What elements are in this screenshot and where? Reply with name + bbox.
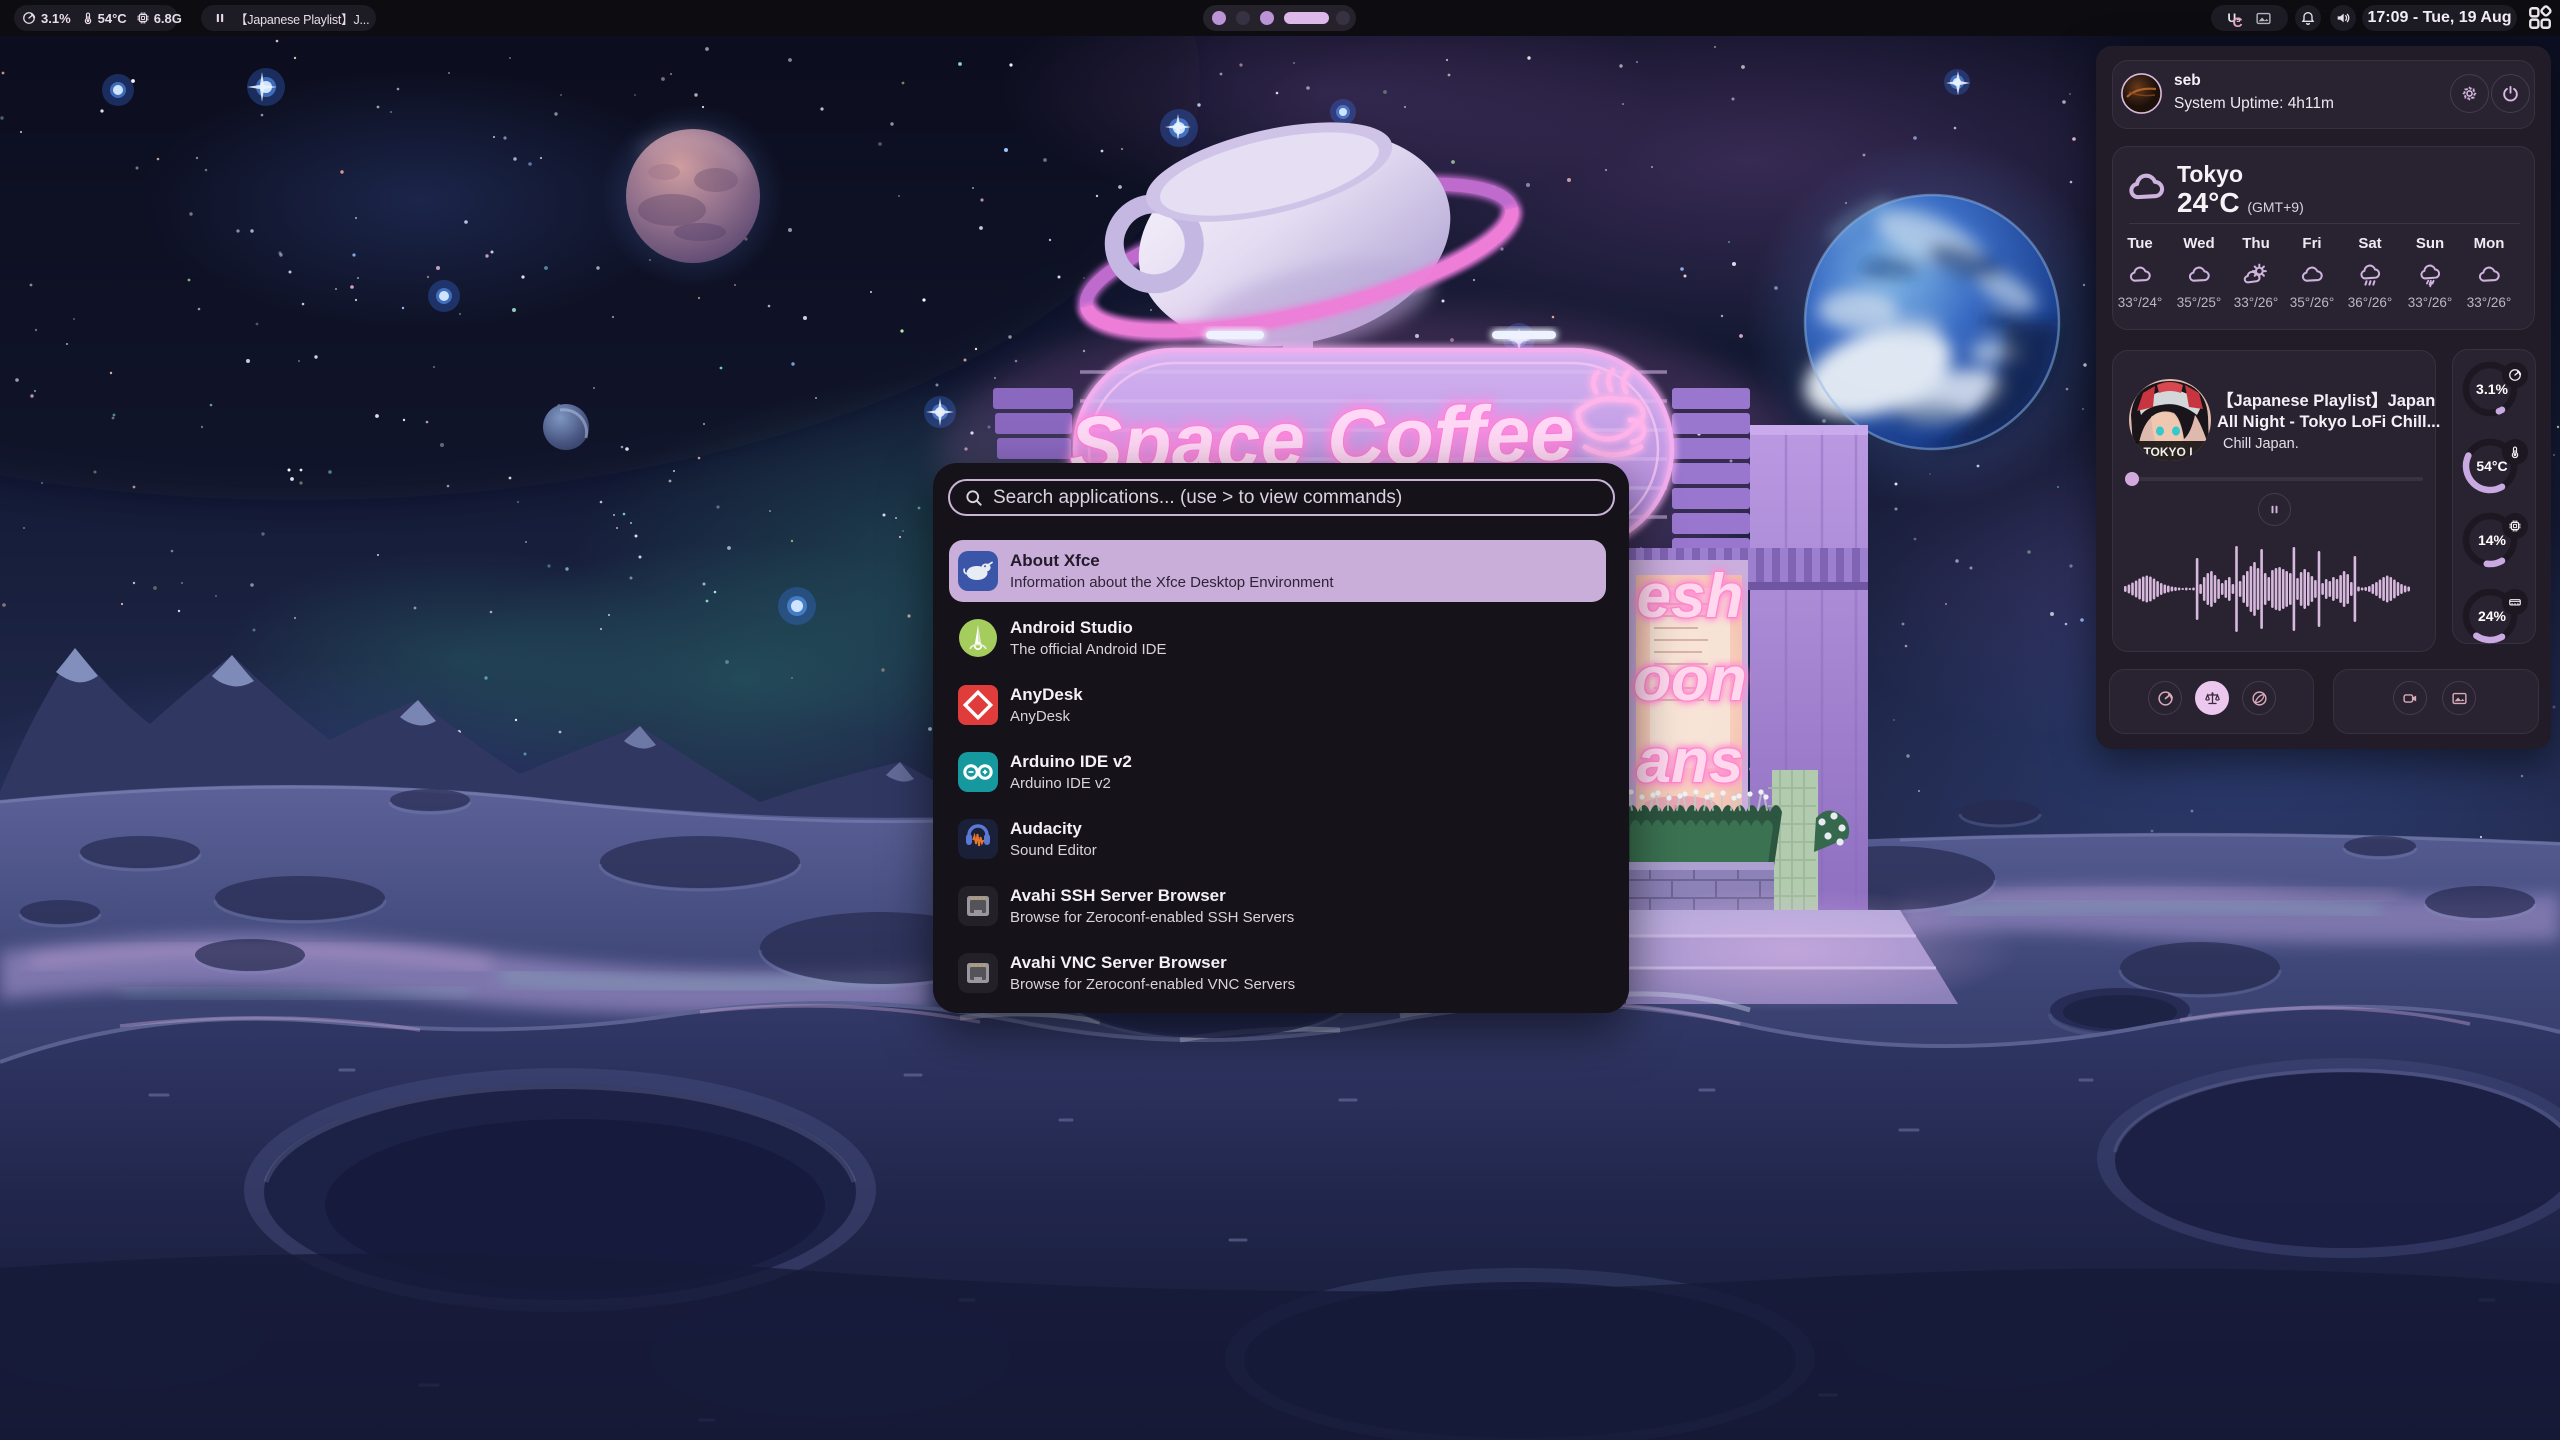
svg-text:ans: ans (1637, 727, 1744, 796)
svg-text:54°C: 54°C (2476, 458, 2507, 474)
svg-text:3.1%: 3.1% (2476, 381, 2508, 397)
svg-text:24%: 24% (2478, 608, 2507, 624)
svg-text:oon: oon (1633, 645, 1747, 714)
svg-text:esh: esh (1637, 562, 1744, 631)
svg-text:14%: 14% (2478, 532, 2507, 548)
